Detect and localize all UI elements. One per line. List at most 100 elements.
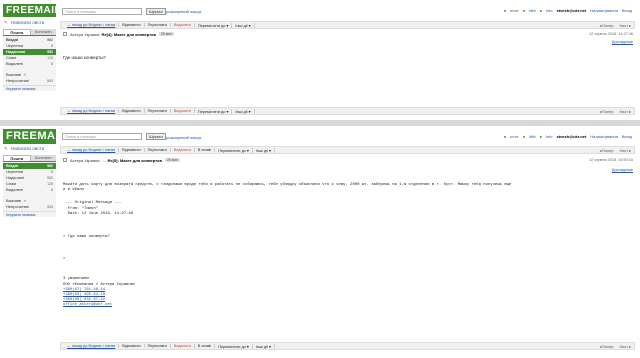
- user-link-1[interactable]: істот: [510, 8, 519, 13]
- back-link[interactable]: ← назад до Вхідних / папки: [64, 148, 120, 152]
- exit-link[interactable]: Вихід: [622, 134, 632, 139]
- back-link[interactable]: ← назад до Вхідних / папки: [64, 23, 120, 27]
- tab-mail[interactable]: Пошта: [3, 155, 31, 161]
- phone-link-text[interactable]: +380(97) 761-46-44: [63, 288, 105, 292]
- folder-label: Важливі: [6, 198, 22, 203]
- move-to-dropdown[interactable]: Перемістити до ▾: [195, 108, 233, 114]
- prev-message-button[interactable]: ◂ Попер: [599, 109, 613, 114]
- user-link-3[interactable]: info: [546, 8, 552, 13]
- advanced-search-link[interactable]: розширений пошук: [166, 135, 201, 140]
- pen-icon: ✎: [4, 146, 8, 151]
- message-header: Астера Украина Re[4]: Макет для конверто…: [60, 30, 635, 38]
- spam-button[interactable]: В спам!: [195, 344, 216, 348]
- tab-contacts[interactable]: Контакти: [30, 29, 56, 35]
- search-input[interactable]: Поиск в письмах: [62, 8, 142, 15]
- other-actions-dropdown[interactable]: Інші дії ▾: [232, 22, 255, 28]
- folder-list: Вхідні 562 Чернетки 8 Надіслані 552 Спам 125…: [3, 162, 56, 211]
- delete-button[interactable]: Видалити: [171, 23, 195, 27]
- next-message-button[interactable]: Наст ▸: [620, 344, 631, 349]
- freemail-logo[interactable]: FREEMAIL: [3, 4, 61, 17]
- arrow-icon: →: [101, 157, 106, 163]
- folder-label: Чернетки: [6, 169, 24, 174]
- search-button[interactable]: Шукати: [146, 133, 166, 140]
- tab-mail[interactable]: Пошта: [3, 29, 31, 35]
- sender-name[interactable]: Астера Украина: [70, 32, 99, 37]
- phone-link-text[interactable]: +380(99) 032-87-22: [63, 298, 105, 302]
- forward-button[interactable]: Переслати: [145, 148, 171, 152]
- panel-top: FREEMAIL Поиск в письмах Шукати розширен…: [0, 0, 640, 120]
- reply-button[interactable]: Відповісти: [119, 148, 145, 152]
- folder-deleted[interactable]: Видалені 8: [3, 61, 56, 67]
- delete-button[interactable]: Видалити: [171, 148, 195, 152]
- next-message-button[interactable]: Наст ▸: [620, 148, 631, 153]
- settings-link[interactable]: Налаштування: [590, 134, 618, 139]
- forward-button[interactable]: Переслати: [145, 109, 171, 113]
- email-link[interactable]: office_astera@ukr.net: [63, 303, 635, 308]
- user-menu: ● істот ● kfbt ● info stvesh@ukr.net Нал…: [504, 134, 632, 139]
- time-badge: 25 мин: [158, 32, 175, 36]
- forward-button[interactable]: Переслати: [145, 23, 171, 27]
- select-checkbox[interactable]: [63, 32, 67, 36]
- tab-contacts[interactable]: Контакти: [30, 155, 56, 161]
- settings-link[interactable]: Налаштування: [590, 8, 618, 13]
- folder-deleted[interactable]: Видалені 8: [3, 187, 56, 193]
- folder-label: Чернетки: [6, 43, 24, 48]
- signature: З уважением ООО «Компания » Астера Украи…: [63, 277, 136, 287]
- move-to-dropdown[interactable]: Перемістити до ▾: [195, 22, 233, 28]
- next-message-button[interactable]: Наст ▸: [620, 23, 631, 28]
- next-message-button[interactable]: Наст ▸: [620, 109, 631, 114]
- move-to-dropdown[interactable]: Перемістити до ▾: [215, 343, 253, 349]
- spam-button[interactable]: В спам!: [195, 148, 216, 152]
- user-link-2[interactable]: kfbt: [529, 8, 535, 13]
- forward-button[interactable]: Переслати: [145, 344, 171, 348]
- folder-count: 8: [51, 62, 53, 66]
- prev-message-button[interactable]: ◂ Попер: [599, 148, 613, 153]
- advanced-search-link[interactable]: розширений пошук: [166, 9, 201, 14]
- reply-button[interactable]: Відповісти: [119, 109, 145, 113]
- prev-message-button[interactable]: ◂ Попер: [599, 344, 613, 349]
- delete-button[interactable]: Видалити: [171, 344, 195, 348]
- user-link-1[interactable]: істот: [510, 134, 519, 139]
- folder-label: Вхідні: [6, 163, 19, 168]
- message-date: 12 червня 2018, 14:27:46: [588, 32, 633, 36]
- message-toolbar: ← назад до Вхідних / папки Відповісти Пе…: [60, 21, 635, 29]
- exit-link[interactable]: Вихід: [622, 8, 632, 13]
- message-body: Где наши конверты?: [63, 55, 106, 60]
- reply-button[interactable]: Відповісти: [119, 344, 145, 348]
- prev-message-button[interactable]: ◂ Попер: [599, 23, 613, 28]
- panel-bottom: FREEMAIL Поиск в письмах Шукати розширен…: [0, 126, 640, 358]
- message-date: 12 червня 2018, 15:50:15: [588, 158, 633, 162]
- time-badge: 25 мин: [164, 158, 181, 162]
- other-actions-dropdown[interactable]: Інші дії ▾: [253, 147, 275, 153]
- back-link[interactable]: ← назад до Вхідних / папки: [64, 109, 120, 113]
- folder-label: Видалені: [6, 61, 24, 66]
- folder-label: Надіслані: [6, 49, 26, 54]
- other-actions-dropdown[interactable]: Інші дії ▾: [232, 108, 255, 114]
- move-to-dropdown[interactable]: Перемістити до ▾: [215, 147, 253, 153]
- star-icon: ★: [23, 72, 27, 77]
- search-input[interactable]: Поиск в письмах: [62, 133, 142, 140]
- manage-folders-link[interactable]: Керувати папками: [3, 85, 56, 91]
- phone-link-text[interactable]: +380(63) 395-84-18: [63, 293, 105, 297]
- email-link-text[interactable]: office_astera@ukr.net: [63, 303, 112, 307]
- folder-label: Спам: [6, 55, 17, 60]
- details-link[interactable]: Докладніше: [612, 168, 633, 172]
- user-link-2[interactable]: kfbt: [529, 134, 535, 139]
- write-letter-button[interactable]: ✎ Написати листа: [3, 145, 56, 153]
- back-link[interactable]: ← назад до Вхідних / папки: [64, 344, 120, 348]
- quoted-text: > Где наши конверты?: [63, 235, 110, 240]
- user-link-3[interactable]: info: [546, 134, 552, 139]
- details-link[interactable]: Докладніше: [612, 40, 633, 44]
- folder-unread[interactable]: Непрочитані 563: [3, 78, 56, 84]
- write-letter-button[interactable]: ✎ Написати листа: [3, 19, 56, 27]
- sender-name[interactable]: Астера Украина: [70, 158, 99, 163]
- folder-unread[interactable]: Непрочитані 563: [3, 204, 56, 210]
- reply-button[interactable]: Відповісти: [119, 23, 145, 27]
- search-button[interactable]: Шукати: [146, 8, 166, 15]
- freemail-logo[interactable]: FREEMAIL: [3, 129, 66, 144]
- delete-button[interactable]: Видалити: [171, 109, 195, 113]
- manage-folders-link[interactable]: Керувати папками: [3, 211, 56, 217]
- write-letter-label: Написати листа: [11, 146, 45, 151]
- other-actions-dropdown[interactable]: Інші дії ▾: [253, 343, 275, 349]
- select-checkbox[interactable]: [63, 158, 67, 162]
